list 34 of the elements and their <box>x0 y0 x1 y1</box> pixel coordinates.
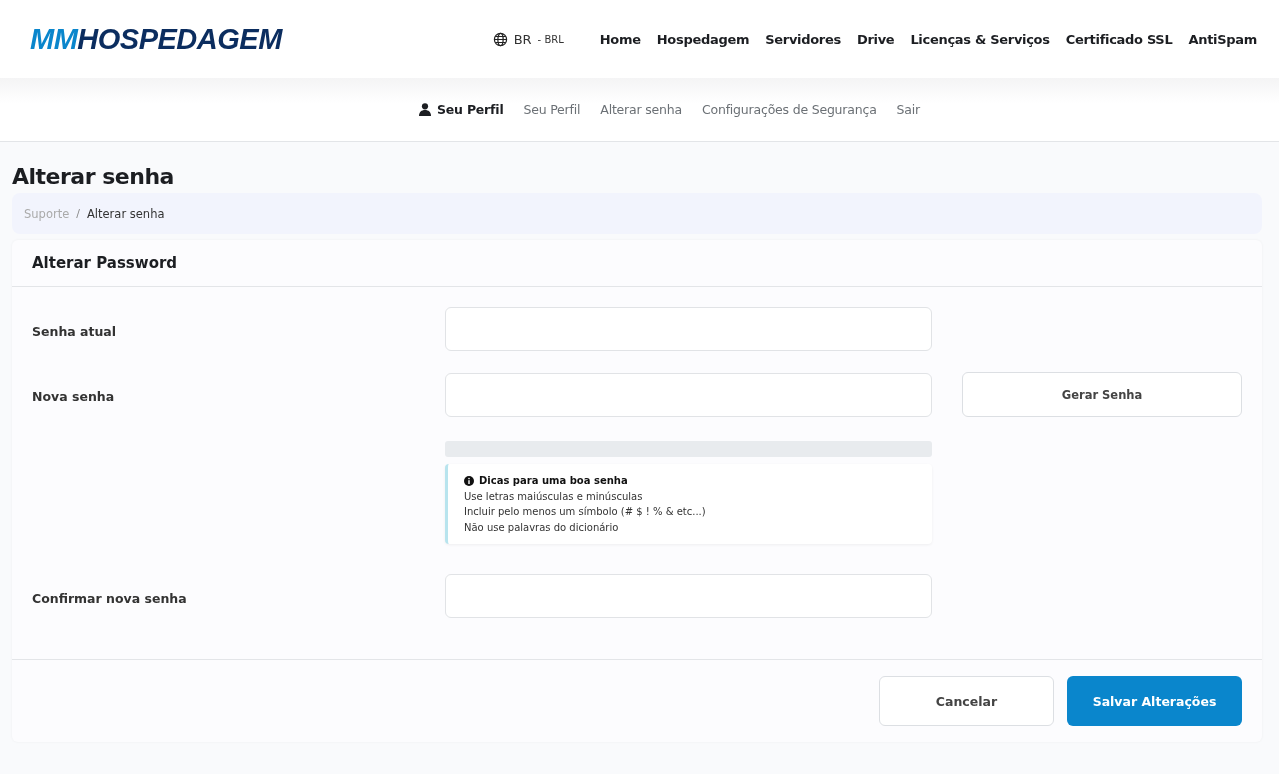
tip-text: Incluir pelo menos um símbolo (# $ ! % & etc...) <box>464 505 707 519</box>
input-field[interactable] <box>445 307 932 351</box>
nav-link[interactable]: Certificado SSL <box>1065 31 1173 47</box>
field-label: Senha atual <box>32 322 118 339</box>
logo[interactable]: MMHOSPEDAGEM <box>30 22 282 56</box>
info-icon <box>464 475 474 486</box>
subnav-link[interactable]: Sair <box>896 102 921 117</box>
field-label: Nova senha <box>32 388 116 404</box>
input-field[interactable] <box>445 574 932 618</box>
tip-text: Não use palavras do dicionário <box>464 520 620 535</box>
tips-title: Dicas para uma boa senha <box>479 474 628 488</box>
subnav-link[interactable]: Alterar senha <box>600 102 682 117</box>
subnav-link[interactable]: Configurações de Segurança <box>701 102 877 117</box>
subnav-link[interactable]: Seu Perfil <box>523 102 581 117</box>
nav-link[interactable]: Home <box>599 31 641 47</box>
breadcrumb-current: Alterar senha <box>86 206 165 221</box>
cancel-button[interactable]: Cancelar <box>879 676 1054 726</box>
globe-icon <box>492 31 508 47</box>
subnav-link[interactable]: Seu Perfil <box>418 102 504 117</box>
page-title: Alterar senha <box>12 164 175 189</box>
nav-link[interactable]: Servidores <box>765 31 841 47</box>
nav-link[interactable]: Hospedagem <box>656 31 750 47</box>
nav-link[interactable]: Drive <box>856 31 895 47</box>
locale-selector[interactable]: BR - BRL <box>492 31 564 47</box>
save-button[interactable]: Salvar Alterações <box>1067 676 1242 726</box>
tip-text: Use letras maiúsculas e minúsculas <box>464 489 644 504</box>
card-title: Alterar Password <box>12 240 1262 287</box>
breadcrumb-separator: / <box>76 207 80 220</box>
input-field[interactable] <box>445 372 932 417</box>
generate-button[interactable]: Gerar Senha <box>962 372 1242 417</box>
nav-link[interactable]: AntiSpam <box>1188 31 1257 47</box>
user-icon <box>418 103 431 116</box>
field-label: Confirmar nova senha <box>32 589 188 606</box>
nav-link[interactable]: Licenças & Serviços <box>910 31 1050 47</box>
